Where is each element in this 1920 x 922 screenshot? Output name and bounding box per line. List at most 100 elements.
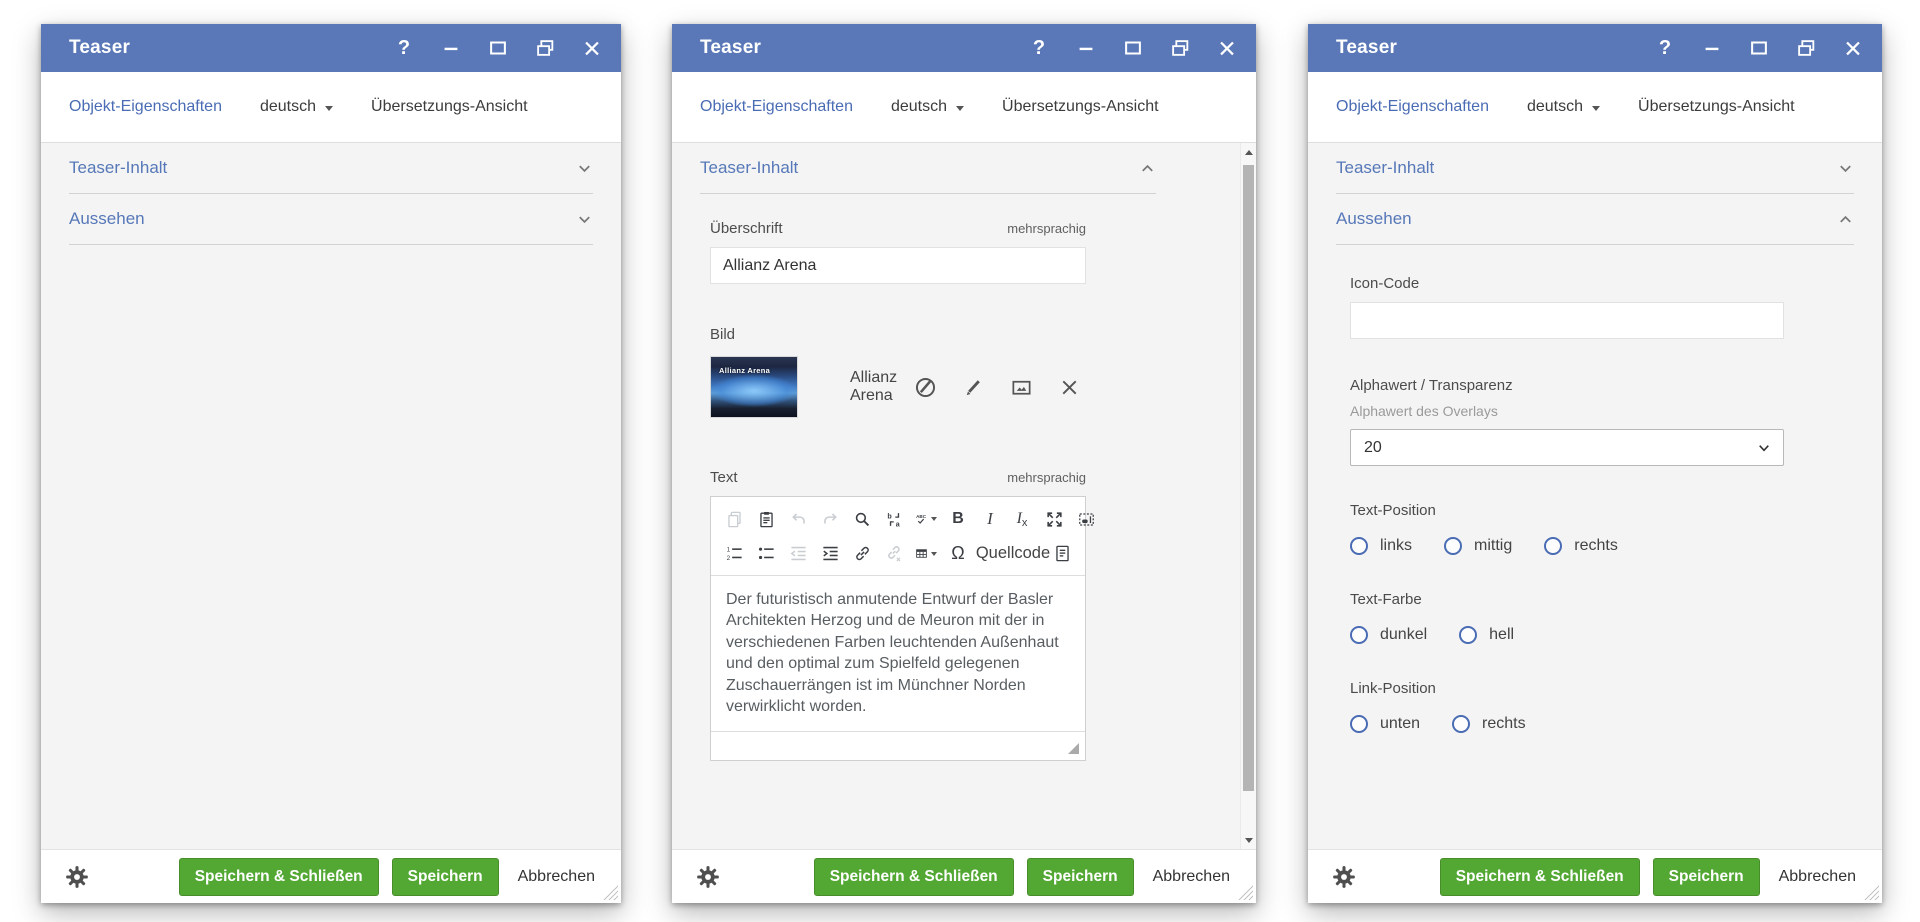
save-close-button[interactable]: Speichern & Schließen — [1440, 858, 1640, 896]
restore-icon[interactable] — [534, 36, 556, 60]
remove-format-icon[interactable]: Ix — [1011, 507, 1033, 531]
radio-button[interactable] — [1350, 626, 1368, 644]
radio-button[interactable] — [1444, 537, 1462, 555]
section-teaser-inhalt[interactable]: Teaser-Inhalt — [1336, 143, 1854, 194]
image-thumbnail[interactable]: Allianz Arena — [710, 356, 798, 418]
scroll-up-icon[interactable] — [1241, 145, 1256, 159]
section-teaser-inhalt[interactable]: Teaser-Inhalt — [700, 143, 1156, 194]
radio-button[interactable] — [1350, 715, 1368, 733]
pencil-icon[interactable] — [960, 374, 986, 400]
unlink-icon[interactable] — [883, 542, 905, 566]
radio-button[interactable] — [1544, 537, 1562, 555]
tab-translation-view[interactable]: Übersetzungs-Ansicht — [1638, 98, 1795, 116]
help-icon[interactable]: ? — [393, 36, 415, 60]
help-icon[interactable]: ? — [1654, 36, 1676, 60]
save-close-button[interactable]: Speichern & Schließen — [179, 858, 379, 896]
restore-icon[interactable] — [1795, 36, 1817, 60]
radio-option-dunkel[interactable]: dunkel — [1350, 626, 1427, 644]
heading-input[interactable] — [710, 247, 1086, 284]
scrollbar-thumb[interactable] — [1243, 165, 1254, 791]
cancel-button[interactable]: Abbrechen — [512, 859, 601, 895]
table-icon[interactable] — [915, 542, 937, 566]
tab-object-properties[interactable]: Objekt-Eigenschaften — [69, 98, 222, 116]
search-icon[interactable] — [851, 507, 873, 531]
show-blocks-icon[interactable] — [1075, 507, 1097, 531]
undo-icon[interactable] — [787, 507, 809, 531]
maximize-icon[interactable] — [1122, 36, 1144, 60]
multilingual-badge: mehrsprachig — [1007, 221, 1086, 236]
radio-button[interactable] — [1452, 715, 1470, 733]
tab-object-properties[interactable]: Objekt-Eigenschaften — [1336, 98, 1489, 116]
minimize-icon[interactable] — [1075, 36, 1097, 60]
italic-icon[interactable]: I — [979, 507, 1001, 531]
maximize-editor-icon[interactable] — [1043, 507, 1065, 531]
indent-icon[interactable] — [819, 542, 841, 566]
close-icon[interactable] — [581, 36, 603, 60]
close-icon[interactable] — [1842, 36, 1864, 60]
source-code-icon[interactable]: Quellcode — [979, 542, 1041, 566]
radio-option-hell[interactable]: hell — [1459, 626, 1514, 644]
titlebar[interactable]: Teaser ? — [672, 24, 1256, 72]
maximize-icon[interactable] — [487, 36, 509, 60]
section-aussehen[interactable]: Aussehen — [1336, 194, 1854, 245]
radio-button[interactable] — [1350, 537, 1368, 555]
spellcheck-icon[interactable]: ABC — [915, 507, 937, 531]
language-dropdown[interactable]: deutsch — [260, 98, 333, 116]
special-char-icon[interactable]: Ω — [947, 542, 969, 566]
outdent-icon[interactable] — [787, 542, 809, 566]
gear-icon[interactable] — [63, 863, 91, 891]
save-close-button[interactable]: Speichern & Schließen — [814, 858, 1014, 896]
image-info-icon[interactable] — [1008, 374, 1034, 400]
tab-translation-view[interactable]: Übersetzungs-Ansicht — [371, 98, 528, 116]
tab-object-properties[interactable]: Objekt-Eigenschaften — [700, 98, 853, 116]
close-icon[interactable] — [1216, 36, 1238, 60]
gear-icon[interactable] — [694, 863, 722, 891]
cancel-button[interactable]: Abbrechen — [1147, 859, 1236, 895]
scroll-down-icon[interactable] — [1241, 833, 1256, 847]
paste-icon[interactable] — [755, 507, 777, 531]
radio-button[interactable] — [1459, 626, 1477, 644]
gallery-edit-icon[interactable] — [912, 374, 938, 400]
redo-icon[interactable] — [819, 507, 841, 531]
alpha-select[interactable]: 20 — [1350, 429, 1784, 466]
save-button[interactable]: Speichern — [392, 858, 499, 896]
minimize-icon[interactable] — [440, 36, 462, 60]
editor-resize-handle[interactable] — [1068, 743, 1079, 754]
tab-bar: Objekt-Eigenschaften deutsch Übersetzung… — [672, 72, 1256, 143]
section-label: Teaser-Inhalt — [69, 158, 167, 178]
section-aussehen[interactable]: Aussehen — [69, 194, 593, 245]
radio-option-mittig[interactable]: mittig — [1444, 537, 1512, 555]
gear-icon[interactable] — [1330, 863, 1358, 891]
titlebar[interactable]: Teaser ? — [1308, 24, 1882, 72]
maximize-icon[interactable] — [1748, 36, 1770, 60]
radio-option-unten[interactable]: unten — [1350, 715, 1420, 733]
help-icon[interactable]: ? — [1028, 36, 1050, 60]
remove-icon[interactable] — [1056, 374, 1082, 400]
templates-icon[interactable] — [1051, 542, 1073, 566]
resize-handle[interactable] — [1238, 885, 1253, 900]
icon-code-input[interactable] — [1350, 302, 1784, 339]
language-dropdown[interactable]: deutsch — [891, 98, 964, 116]
save-button[interactable]: Speichern — [1653, 858, 1760, 896]
link-icon[interactable] — [851, 542, 873, 566]
resize-handle[interactable] — [1864, 885, 1879, 900]
numbered-list-icon[interactable]: 12 — [723, 542, 745, 566]
tab-translation-view[interactable]: Übersetzungs-Ansicht — [1002, 98, 1159, 116]
editor-text-area[interactable]: Der futuristisch anmutende Entwurf der B… — [711, 575, 1085, 731]
chevron-up-icon — [1837, 211, 1854, 228]
save-button[interactable]: Speichern — [1027, 858, 1134, 896]
cancel-button[interactable]: Abbrechen — [1773, 859, 1862, 895]
copy-icon[interactable] — [723, 507, 745, 531]
bullet-list-icon[interactable] — [755, 542, 777, 566]
minimize-icon[interactable] — [1701, 36, 1723, 60]
bold-icon[interactable]: B — [947, 507, 969, 531]
radio-option-rechts[interactable]: rechts — [1452, 715, 1526, 733]
section-teaser-inhalt[interactable]: Teaser-Inhalt — [69, 143, 593, 194]
radio-option-links[interactable]: links — [1350, 537, 1412, 555]
restore-icon[interactable] — [1169, 36, 1191, 60]
language-dropdown[interactable]: deutsch — [1527, 98, 1600, 116]
radio-option-rechts[interactable]: rechts — [1544, 537, 1618, 555]
titlebar[interactable]: Teaser ? — [41, 24, 621, 72]
resize-handle[interactable] — [603, 885, 618, 900]
replace-icon[interactable]: ba — [883, 507, 905, 531]
